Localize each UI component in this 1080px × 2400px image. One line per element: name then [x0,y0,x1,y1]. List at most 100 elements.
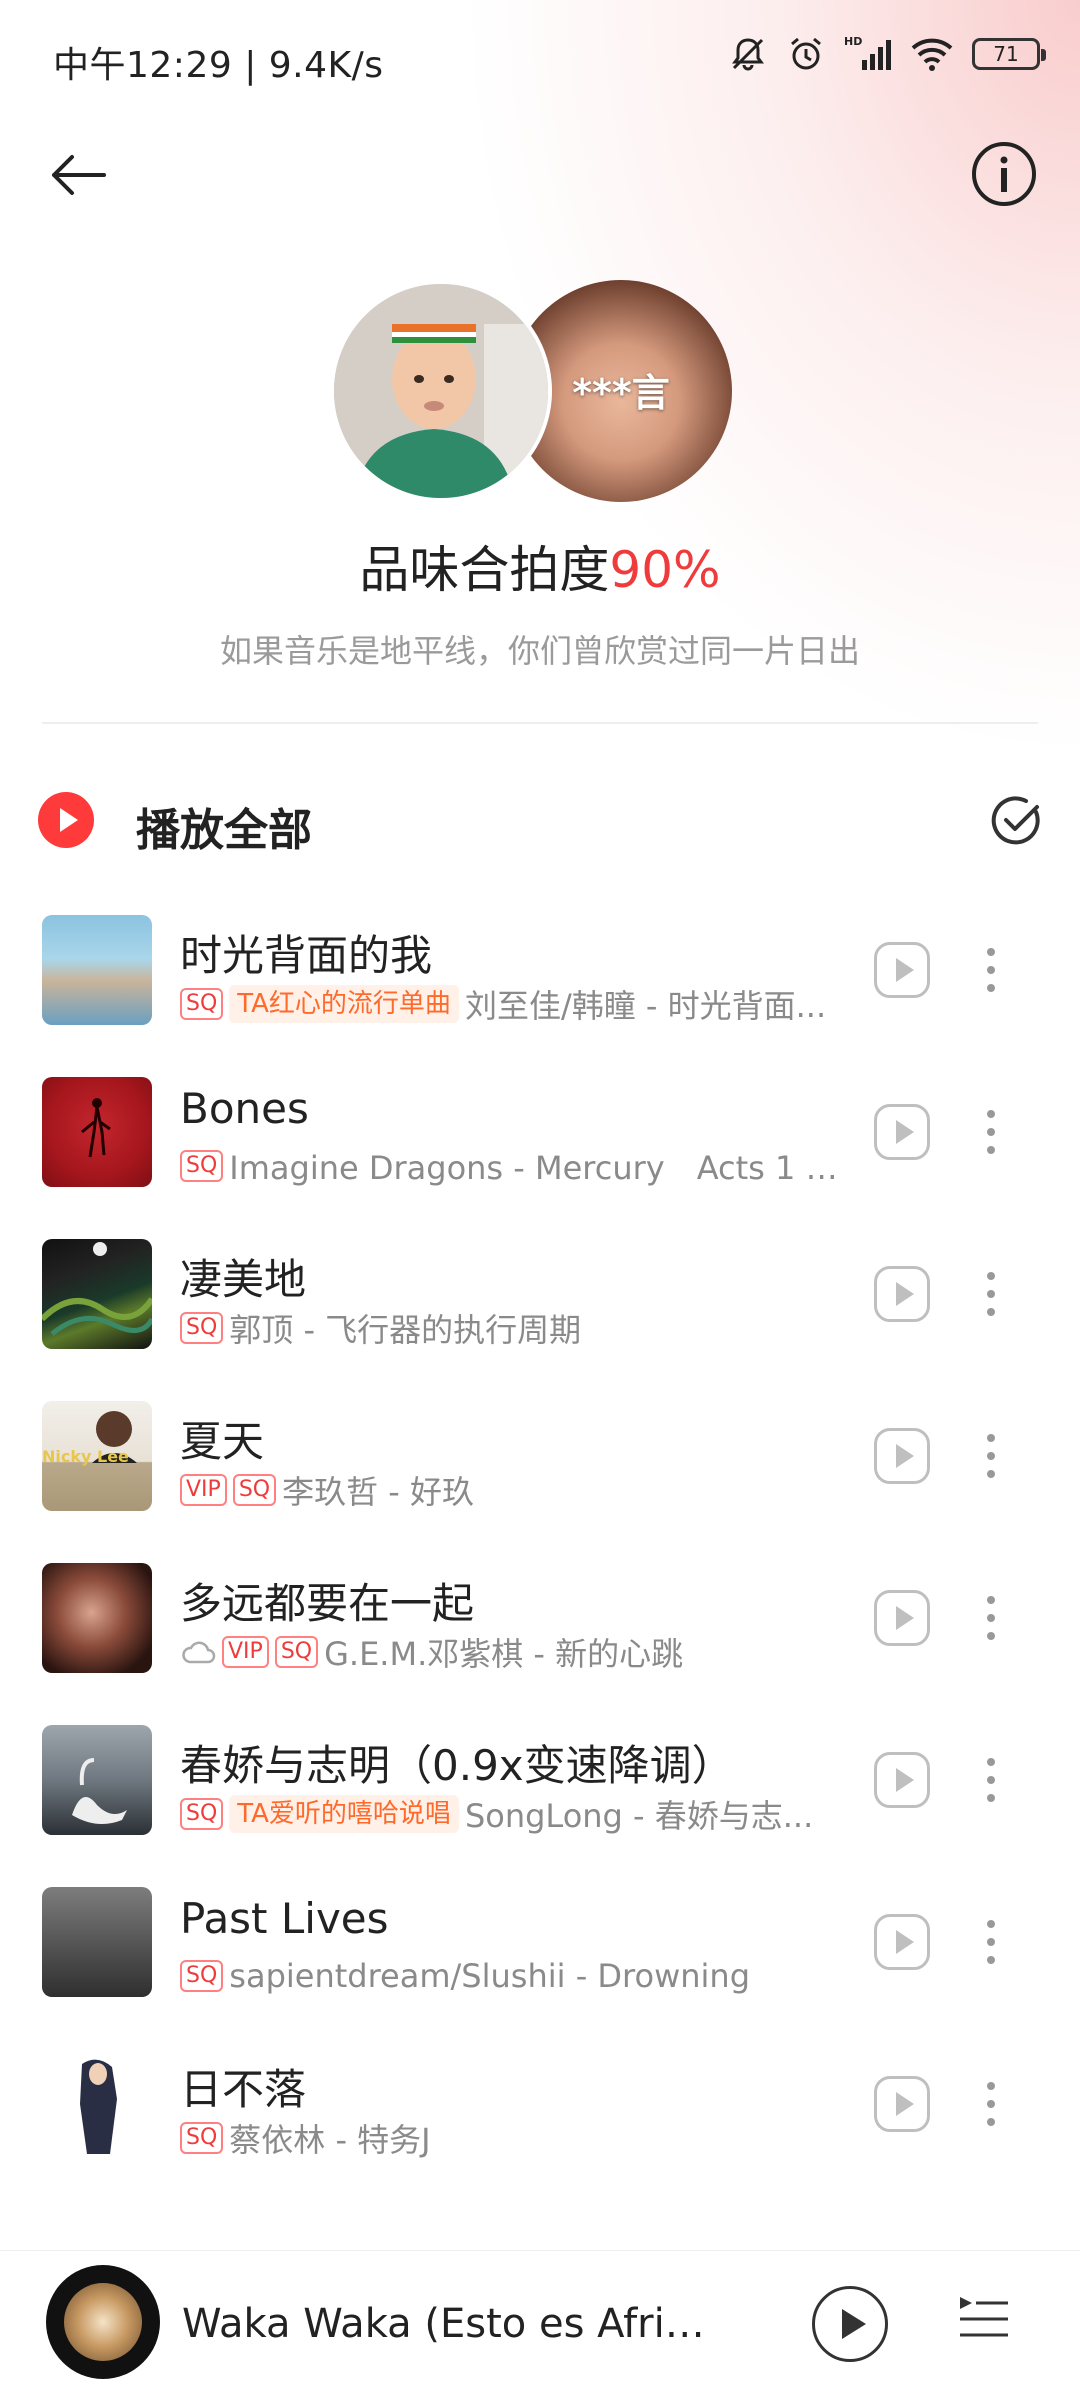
video-play-icon[interactable] [874,1104,930,1160]
status-time: 中午12:29 | 9.4K/s [53,45,384,86]
battery-indicator: 71 [972,38,1046,70]
video-play-icon[interactable] [874,2076,930,2132]
song-title: 夏天 [180,1417,265,1466]
song-title: 春娇与志明（0.9x变速降调） [180,1741,734,1790]
song-meta: SQ TA红心的流行单曲 刘至佳/韩瞳 - 时光背面... [180,982,840,1026]
song-title: 日不落 [180,2065,307,2114]
song-artist: Imagine Dragons - Mercury Acts 1 & 2 [229,1149,840,1187]
match-label: 品味合拍度 [359,541,610,599]
album-art [64,2283,142,2361]
album-cover [42,1725,152,1835]
signal-hd-icon: HD [844,35,891,70]
cover-figure [42,2049,152,2159]
video-play-icon[interactable] [874,1914,930,1970]
more-icon[interactable] [985,1920,997,1968]
child-photo [334,284,548,498]
more-icon[interactable] [985,2082,997,2130]
status-icons: HD 71 [728,34,1046,74]
ta-tag: TA红心的流行单曲 [229,985,459,1023]
cover-swan [72,1758,127,1824]
more-icon[interactable] [985,1596,997,1644]
more-icon[interactable] [985,1434,997,1482]
song-row[interactable]: 春娇与志明（0.9x变速降调） SQ TA爱听的嘻哈说唱 SongLong - … [0,1710,1080,1872]
song-artist: G.E.M.邓紫棋 - 新的心跳 [324,1635,684,1673]
sq-badge: SQ [180,1798,224,1830]
more-icon[interactable] [985,1272,997,1320]
play-all-icon[interactable] [38,792,94,848]
song-artist: SongLong - 春娇与志... [464,1797,814,1835]
video-play-icon[interactable] [874,1428,930,1484]
status-bar: 中午12:29 | 9.4K/s HD 71 [0,0,1080,120]
album-cover [42,2049,152,2159]
wifi-icon [911,38,953,71]
more-icon[interactable] [985,948,997,996]
my-avatar[interactable] [330,280,552,502]
song-row[interactable]: Bones SQ Imagine Dragons - Mercury Acts … [0,1062,1080,1224]
avatars: ***言 [330,280,750,510]
song-title: Past Lives [180,1894,389,1943]
info-icon[interactable] [968,138,1040,210]
video-play-icon[interactable] [874,942,930,998]
video-play-icon[interactable] [874,1590,930,1646]
song-meta: SQ 蔡依林 - 特务J [180,2116,840,2160]
song-title: Bones [180,1084,309,1133]
song-title: 多远都要在一起 [180,1579,475,1628]
album-disc[interactable] [46,2265,160,2379]
now-playing-title[interactable]: Waka Waka (Esto es Africa) (... [182,2301,722,2347]
alarm-icon [791,37,821,70]
song-row[interactable]: Nicky Lee 夏天 VIP SQ 李玖哲 - 好玖 [0,1386,1080,1548]
song-meta: VIP SQ 李玖哲 - 好玖 [180,1468,840,1512]
cover-text: Nicky Lee [42,1447,129,1466]
song-row[interactable]: Past Lives SQ sapientdream/Slushii - Dro… [0,1872,1080,2034]
video-play-icon[interactable] [874,1752,930,1808]
album-cover: Nicky Lee [42,1401,152,1511]
divider [42,722,1038,724]
album-cover [42,915,152,1025]
song-row[interactable]: 时光背面的我 SQ TA红心的流行单曲 刘至佳/韩瞳 - 时光背面... [0,900,1080,1062]
song-meta: SQ 郭顶 - 飞行器的执行周期 [180,1306,840,1350]
sq-badge: SQ [274,1636,319,1668]
album-cover [42,1239,152,1349]
song-title: 凄美地 [180,1255,307,1304]
song-meta: SQ sapientdream/Slushii - Drowning [180,1954,840,1998]
sq-badge: SQ [180,1312,224,1344]
song-meta: SQ Imagine Dragons - Mercury Acts 1 & 2 [180,1144,840,1188]
album-cover [42,1887,152,1997]
song-row[interactable]: 凄美地 SQ 郭顶 - 飞行器的执行周期 [0,1224,1080,1386]
back-arrow-icon[interactable] [42,140,112,210]
cover-moon [42,1242,152,1336]
sq-badge: SQ [180,1150,224,1182]
playlist-icon[interactable] [958,2293,1010,2343]
sq-badge: SQ [232,1474,277,1506]
play-all-label[interactable]: 播放全部 [136,794,312,858]
more-icon[interactable] [985,1758,997,1806]
sq-badge: SQ [180,1960,224,1992]
mini-player[interactable]: Waka Waka (Esto es Africa) (... [0,2250,1080,2400]
play-pause-icon[interactable] [812,2286,888,2362]
song-row[interactable]: 多远都要在一起 VIP SQ G.E.M.邓紫棋 - 新的心跳 [0,1548,1080,1710]
song-artist: 李玖哲 - 好玖 [282,1473,474,1511]
album-cover [42,1077,152,1187]
ta-tag: TA爱听的嘻哈说唱 [229,1795,459,1833]
more-icon[interactable] [985,1110,997,1158]
multi-select-check-icon[interactable] [988,790,1048,850]
sq-badge: SQ [180,988,224,1020]
match-score: 品味合拍度90% [0,530,1080,602]
cover-figure [81,1098,111,1158]
vip-badge: VIP [222,1636,269,1668]
svg-text:HD: HD [844,35,862,48]
song-artist: 蔡依林 - 特务J [229,2121,431,2159]
song-title: 时光背面的我 [180,931,433,980]
song-meta: VIP SQ G.E.M.邓紫棋 - 新的心跳 [180,1630,840,1674]
song-artist: sapientdream/Slushii - Drowning [229,1957,751,1995]
song-artist: 刘至佳/韩瞳 - 时光背面... [464,987,827,1025]
album-cover [42,1563,152,1673]
match-subtitle: 如果音乐是地平线，你们曾欣赏过同一片日出 [219,632,860,670]
song-meta: SQ TA爱听的嘻哈说唱 SongLong - 春娇与志... [180,1792,840,1836]
match-percent: 90% [609,541,721,599]
song-row[interactable]: 日不落 SQ 蔡依林 - 特务J [0,2034,1080,2196]
vip-badge: VIP [180,1474,227,1506]
song-artist: 郭顶 - 飞行器的执行周期 [229,1311,582,1349]
video-play-icon[interactable] [874,1266,930,1322]
mute-bell-icon [732,38,764,71]
